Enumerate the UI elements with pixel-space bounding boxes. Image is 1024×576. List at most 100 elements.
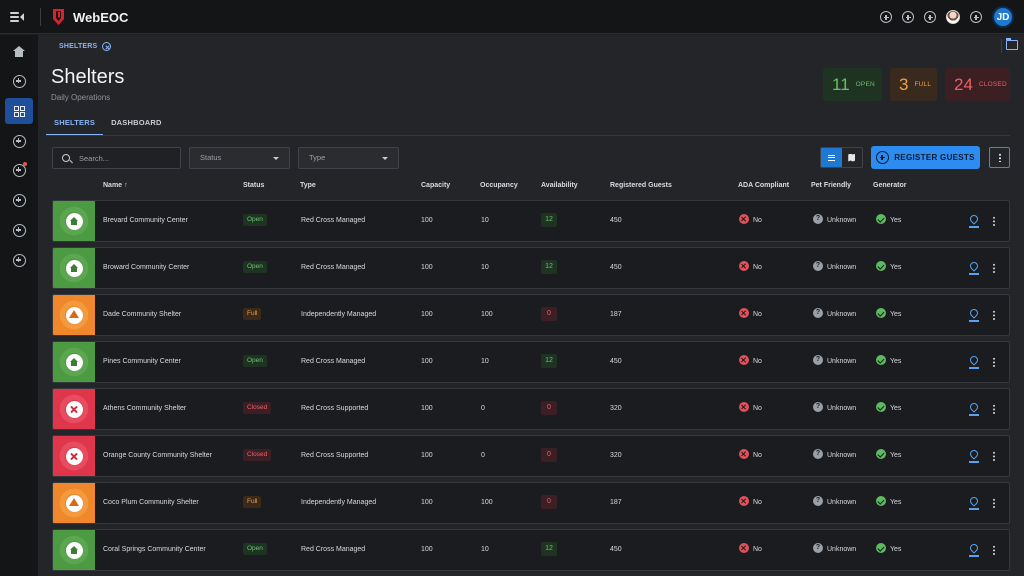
list-icon xyxy=(827,154,835,161)
shelter-name[interactable]: Coco Plum Community Shelter xyxy=(103,483,199,523)
availability-cell: 12 xyxy=(541,530,557,570)
col-name[interactable]: Name ↑ xyxy=(103,182,128,189)
add-icon[interactable] xyxy=(5,68,33,94)
shelter-name[interactable]: Broward Community Center xyxy=(103,248,189,288)
table-row[interactable]: Dade Community Shelter Full Independently … xyxy=(52,294,1010,336)
shelter-name[interactable]: Orange County Community Shelter xyxy=(103,436,212,476)
stat-open[interactable]: 11 OPEN xyxy=(823,68,882,101)
location-pin-icon[interactable] xyxy=(968,213,980,225)
table-row[interactable]: Athens Community Shelter Closed Red Cross … xyxy=(52,388,1010,430)
shelter-name[interactable]: Dade Community Shelter xyxy=(103,295,181,335)
type-cell: Red Cross Supported xyxy=(301,452,369,459)
add-icon[interactable] xyxy=(5,128,33,154)
top-bar: WebEOC JD xyxy=(0,0,1024,34)
search-field[interactable] xyxy=(52,147,181,169)
add-icon[interactable] xyxy=(924,11,936,23)
location-pin-icon[interactable] xyxy=(968,260,980,272)
row-more-icon[interactable] xyxy=(993,216,995,226)
add-icon[interactable] xyxy=(970,11,982,23)
col-ada-compliant[interactable]: ADA Compliant xyxy=(738,182,789,189)
register-guests-button[interactable]: REGISTER GUESTS xyxy=(871,146,980,169)
add-icon[interactable] xyxy=(5,157,33,183)
location-pin-icon[interactable] xyxy=(968,307,980,319)
location-pin-icon[interactable] xyxy=(968,542,980,554)
search-input[interactable] xyxy=(79,153,174,163)
close-icon[interactable] xyxy=(102,42,112,51)
breadcrumb-tab[interactable]: SHELTERS xyxy=(59,42,112,51)
shelter-name[interactable]: Pines Community Center xyxy=(103,342,181,382)
add-icon[interactable] xyxy=(880,11,892,23)
table-row[interactable]: Broward Community Center Open Red Cross Ma… xyxy=(52,247,1010,289)
row-more-icon[interactable] xyxy=(993,310,995,320)
shelter-name[interactable]: Brevard Community Center xyxy=(103,201,188,241)
tab-dashboard[interactable]: DASHBOARD xyxy=(103,113,170,136)
row-more-icon[interactable] xyxy=(993,404,995,414)
table-row[interactable]: Brevard Community Center Open Red Cross Ma… xyxy=(52,200,1010,242)
registered-cell: 320 xyxy=(610,452,622,459)
location-pin-base xyxy=(969,461,979,463)
table-row[interactable]: Orange County Community Shelter Closed Red… xyxy=(52,435,1010,477)
more-options-button[interactable] xyxy=(989,147,1010,168)
dashboard-icon[interactable] xyxy=(5,98,33,124)
avatar[interactable]: JD xyxy=(992,6,1014,28)
pet-cell: Unknown xyxy=(813,389,856,429)
shelter-name[interactable]: Athens Community Shelter xyxy=(103,389,186,429)
capacity-cell: 100 xyxy=(421,546,433,553)
generator-value: Yes xyxy=(890,358,902,365)
col-status[interactable]: Status xyxy=(243,182,264,189)
row-more-icon[interactable] xyxy=(993,451,995,461)
menu-collapse-icon[interactable] xyxy=(10,10,26,24)
add-icon[interactable] xyxy=(5,217,33,243)
add-icon[interactable] xyxy=(902,11,914,23)
table-header: Name ↑ Status Type Capacity Occupancy Ava… xyxy=(38,179,1024,193)
status-badge-icon xyxy=(65,447,83,465)
col-type[interactable]: Type xyxy=(300,182,316,189)
add-icon[interactable] xyxy=(5,247,33,273)
shelter-name[interactable]: Coral Springs Community Center xyxy=(103,530,206,570)
generator-value: Yes xyxy=(890,405,902,412)
stat-full-label: FULL xyxy=(914,81,932,88)
col-registered-guests[interactable]: Registered Guests xyxy=(610,182,672,189)
col-availability[interactable]: Availability xyxy=(541,182,578,189)
user-photo-icon[interactable] xyxy=(946,10,960,24)
stat-closed[interactable]: 24 CLOSED xyxy=(945,68,1010,101)
add-icon[interactable] xyxy=(5,187,33,213)
pet-cell: Unknown xyxy=(813,201,856,241)
status-filter-select[interactable]: Status xyxy=(189,147,290,169)
availability-badge: 12 xyxy=(541,260,557,275)
row-more-icon[interactable] xyxy=(993,545,995,555)
table-row[interactable]: Pines Community Center Open Red Cross Mana… xyxy=(52,341,1010,383)
status-cell: Full xyxy=(243,295,262,335)
location-pin-base xyxy=(969,226,979,228)
registered-cell: 450 xyxy=(610,264,622,271)
col-capacity[interactable]: Capacity xyxy=(421,182,450,189)
col-generator[interactable]: Generator xyxy=(873,182,906,189)
generator-value: Yes xyxy=(890,311,902,318)
no-icon xyxy=(739,261,749,272)
status-badge-icon xyxy=(65,400,83,418)
location-pin-icon[interactable] xyxy=(968,354,980,366)
pet-cell: Unknown xyxy=(813,530,856,570)
stat-full[interactable]: 3 FULL xyxy=(890,68,937,101)
location-pin-icon[interactable] xyxy=(968,495,980,507)
location-pin-icon[interactable] xyxy=(968,448,980,460)
home-icon[interactable] xyxy=(5,38,33,64)
table-row[interactable]: Coco Plum Community Shelter Full Independe… xyxy=(52,482,1010,524)
row-more-icon[interactable] xyxy=(993,357,995,367)
list-view-button[interactable] xyxy=(821,148,842,167)
webeoc-logo-icon xyxy=(53,9,64,25)
map-view-button[interactable] xyxy=(842,148,863,167)
table-row[interactable]: Coral Springs Community Center Open Red Cr… xyxy=(52,529,1010,571)
folder-icon[interactable] xyxy=(1006,38,1018,50)
pet-value: Unknown xyxy=(827,405,857,412)
row-more-icon[interactable] xyxy=(993,263,995,273)
row-more-icon[interactable] xyxy=(993,498,995,508)
page-subtitle: Daily Operations xyxy=(51,93,111,102)
warning-icon xyxy=(69,310,79,318)
type-filter-select[interactable]: Type xyxy=(298,147,399,169)
col-occupancy[interactable]: Occupancy xyxy=(480,182,518,189)
col-pet-friendly[interactable]: Pet Friendly xyxy=(811,182,851,189)
tab-shelters[interactable]: SHELTERS xyxy=(46,113,104,136)
registered-cell: 450 xyxy=(610,217,622,224)
location-pin-icon[interactable] xyxy=(968,401,980,413)
